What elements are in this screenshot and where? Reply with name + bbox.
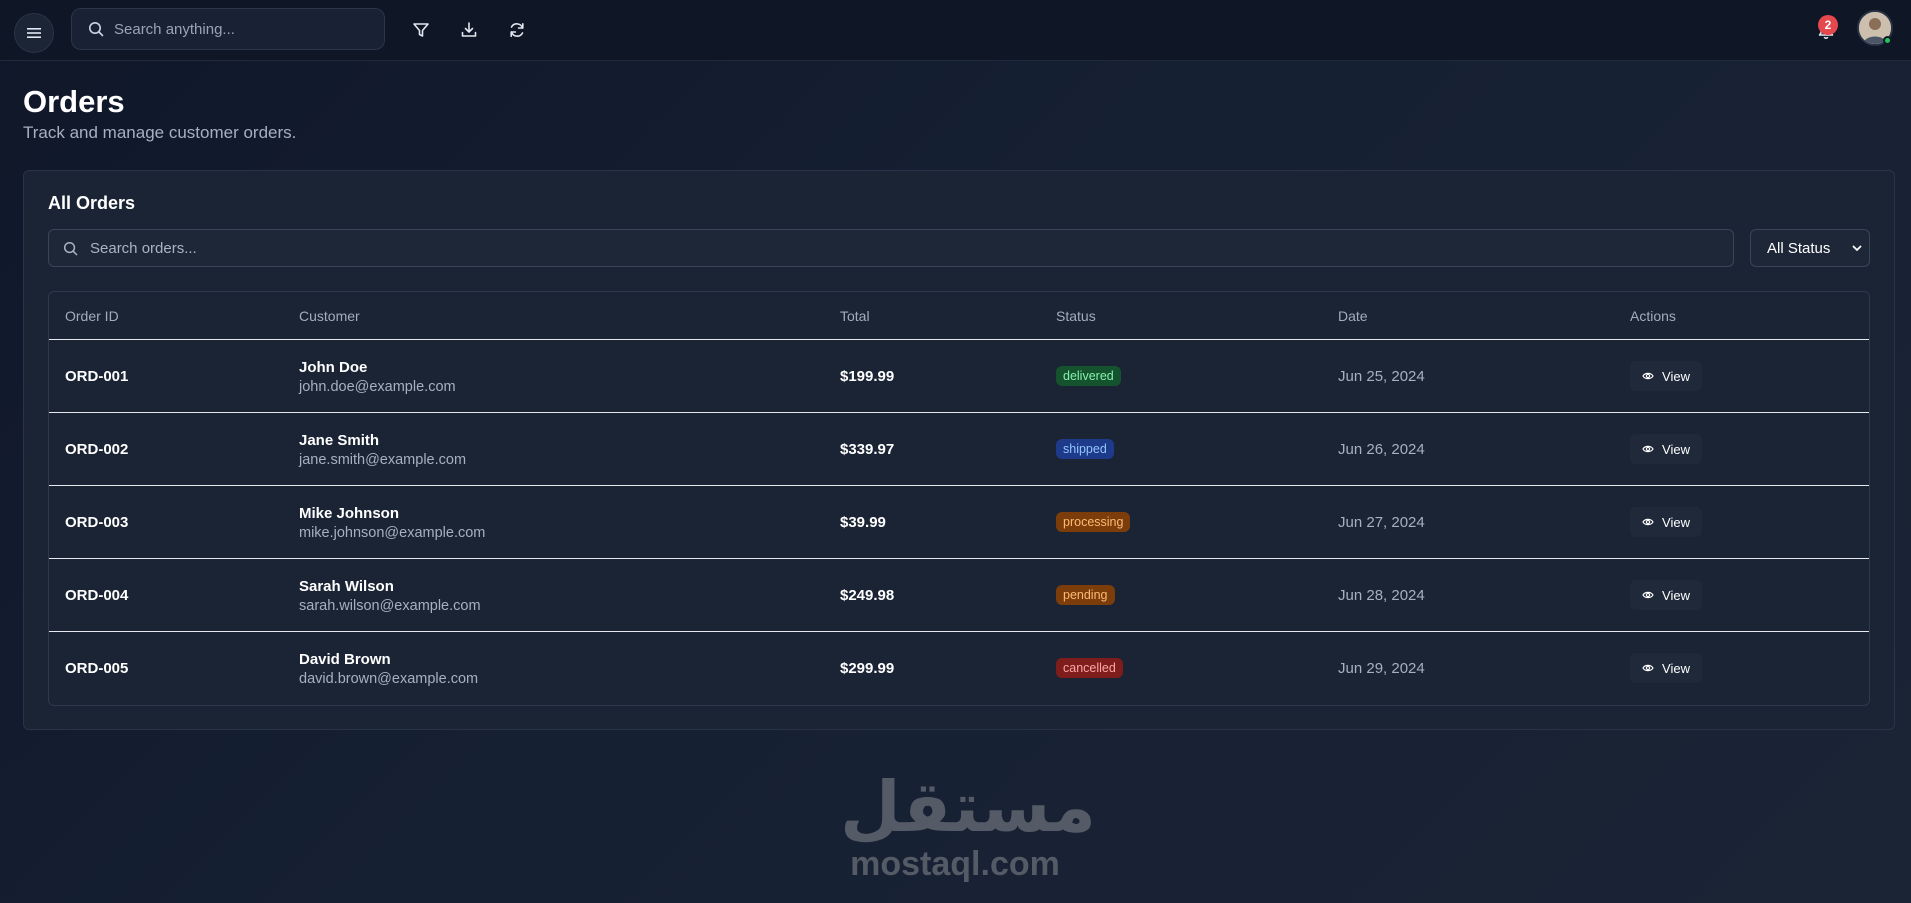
status-badge: processing — [1056, 512, 1131, 532]
order-date: Jun 27, 2024 — [1338, 514, 1425, 531]
page-subtitle: Track and manage customer orders. — [23, 123, 297, 142]
page-title: Orders — [23, 84, 125, 119]
order-total: $199.99 — [840, 368, 895, 385]
search-icon — [89, 22, 104, 37]
order-date: Jun 29, 2024 — [1338, 660, 1425, 677]
customer-name: Mike Johnson — [299, 505, 400, 522]
download-button[interactable] — [456, 17, 482, 43]
order-date: Jun 28, 2024 — [1338, 587, 1425, 604]
filter-button[interactable] — [408, 17, 434, 43]
status-badge: cancelled — [1056, 658, 1123, 678]
order-id: ORD-001 — [65, 368, 129, 385]
status-filter-value: All Status — [1767, 239, 1831, 257]
customer-email: jane.smith@example.com — [299, 452, 467, 468]
order-total: $249.98 — [840, 587, 895, 604]
customer-email: mike.johnson@example.com — [299, 525, 486, 541]
refresh-button[interactable] — [504, 17, 530, 43]
customer-email: john.doe@example.com — [299, 379, 456, 395]
customer-name: John Doe — [299, 359, 368, 376]
view-button[interactable]: View — [1630, 434, 1702, 464]
column-header-customer: Customer — [299, 308, 360, 324]
view-button[interactable]: View — [1630, 653, 1702, 683]
order-id: ORD-005 — [65, 660, 129, 677]
view-button[interactable]: View — [1630, 361, 1702, 391]
orders-search-input[interactable] — [90, 239, 1690, 257]
customer-name: Jane Smith — [299, 432, 380, 449]
menu-icon — [27, 28, 41, 38]
global-search-input[interactable] — [114, 20, 364, 38]
view-button-label: View — [1662, 514, 1690, 530]
eye-icon — [1642, 445, 1654, 453]
customer-email: david.brown@example.com — [299, 671, 479, 687]
order-id: ORD-002 — [65, 441, 129, 458]
table-row: ORD-005 David Brown david.brown@example.… — [49, 632, 1869, 705]
column-header-status: Status — [1056, 308, 1096, 324]
view-button-label: View — [1662, 587, 1690, 603]
column-header-actions: Actions — [1630, 308, 1676, 324]
status-badge: delivered — [1056, 366, 1121, 386]
order-date: Jun 25, 2024 — [1338, 368, 1425, 385]
orders-search[interactable] — [48, 229, 1734, 267]
status-filter-select[interactable]: All Status — [1750, 229, 1870, 267]
view-button-label: View — [1662, 441, 1690, 457]
global-search[interactable] — [71, 8, 385, 50]
table-row: ORD-003 Mike Johnson mike.johnson@exampl… — [49, 486, 1869, 559]
watermark-arabic: مستقل — [840, 766, 1097, 848]
order-total: $339.97 — [840, 441, 895, 458]
menu-button[interactable] — [14, 13, 54, 53]
column-header-total: Total — [840, 308, 870, 324]
download-icon — [461, 22, 477, 37]
customer-name: Sarah Wilson — [299, 578, 394, 595]
search-icon — [63, 241, 78, 255]
column-header-order-id: Order ID — [65, 308, 119, 324]
top-bar: 2 — [0, 0, 1911, 61]
view-button[interactable]: View — [1630, 507, 1702, 537]
table-row: ORD-001 John Doe john.doe@example.com $1… — [49, 340, 1869, 413]
card-title: All Orders — [48, 193, 136, 213]
column-header-date: Date — [1338, 308, 1368, 324]
view-button[interactable]: View — [1630, 580, 1702, 610]
eye-icon — [1642, 372, 1654, 380]
order-total: $299.99 — [840, 660, 895, 677]
status-badge: shipped — [1056, 439, 1114, 459]
watermark-latin: mostaql.com — [850, 845, 1060, 883]
view-button-label: View — [1662, 660, 1690, 676]
order-total: $39.99 — [840, 514, 886, 531]
customer-email: sarah.wilson@example.com — [299, 598, 481, 614]
table-row: ORD-004 Sarah Wilson sarah.wilson@exampl… — [49, 559, 1869, 632]
notification-badge: 2 — [1818, 15, 1838, 35]
customer-name: David Brown — [299, 651, 391, 668]
eye-icon — [1642, 518, 1654, 526]
filter-icon — [413, 23, 429, 37]
table-row: ORD-002 Jane Smith jane.smith@example.co… — [49, 413, 1869, 486]
status-badge: pending — [1056, 585, 1115, 605]
refresh-icon — [510, 23, 524, 37]
eye-icon — [1642, 591, 1654, 599]
view-button-label: View — [1662, 368, 1690, 384]
order-id: ORD-004 — [65, 587, 129, 604]
online-status-dot — [1883, 36, 1892, 45]
orders-table: Order ID Customer Total Status Date Acti… — [48, 291, 1870, 706]
chevron-down-icon — [1852, 245, 1862, 251]
order-date: Jun 26, 2024 — [1338, 441, 1425, 458]
eye-icon — [1642, 664, 1654, 672]
orders-card: All Orders All Status Order ID Customer … — [23, 170, 1895, 730]
order-id: ORD-003 — [65, 514, 129, 531]
table-header: Order ID Customer Total Status Date Acti… — [49, 292, 1869, 340]
